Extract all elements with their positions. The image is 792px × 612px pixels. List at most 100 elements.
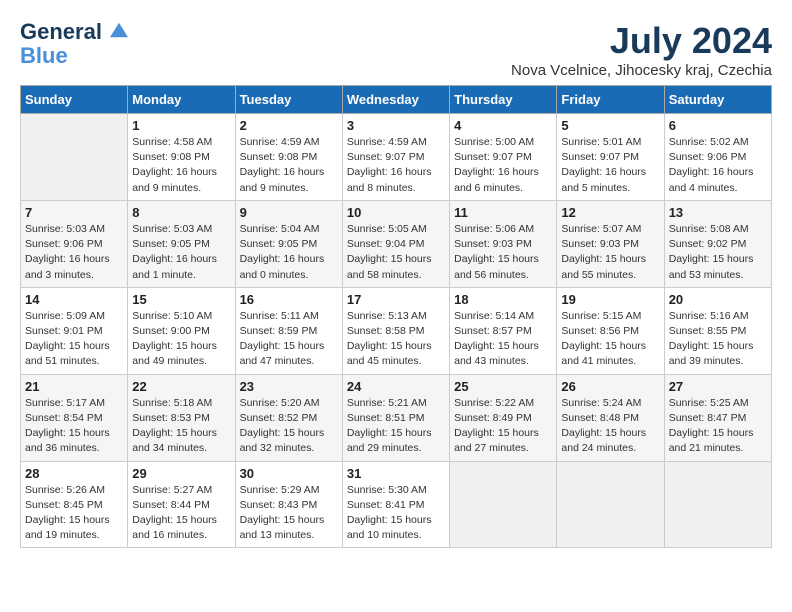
weekday-header-cell: Monday <box>128 86 235 114</box>
weekday-header-cell: Wednesday <box>342 86 449 114</box>
day-info: Sunrise: 5:16 AMSunset: 8:55 PMDaylight:… <box>669 309 767 370</box>
day-number: 12 <box>561 205 659 220</box>
day-number: 23 <box>240 379 338 394</box>
day-number: 8 <box>132 205 230 220</box>
calendar-day-cell: 2 Sunrise: 4:59 AMSunset: 9:08 PMDaylight… <box>235 114 342 201</box>
day-info: Sunrise: 5:14 AMSunset: 8:57 PMDaylight:… <box>454 309 552 370</box>
day-number: 28 <box>25 466 123 481</box>
logo-text: General <box>20 20 128 44</box>
day-number: 31 <box>347 466 445 481</box>
calendar-day-cell: 22 Sunrise: 5:18 AMSunset: 8:53 PMDayligh… <box>128 374 235 461</box>
calendar-day-cell: 8 Sunrise: 5:03 AMSunset: 9:05 PMDaylight… <box>128 200 235 287</box>
day-info: Sunrise: 5:27 AMSunset: 8:44 PMDaylight:… <box>132 483 230 544</box>
calendar-day-cell: 30 Sunrise: 5:29 AMSunset: 8:43 PMDayligh… <box>235 461 342 548</box>
day-info: Sunrise: 5:05 AMSunset: 9:04 PMDaylight:… <box>347 222 445 283</box>
calendar-day-cell: 31 Sunrise: 5:30 AMSunset: 8:41 PMDayligh… <box>342 461 449 548</box>
calendar-body: 1Sunrise: 4:58 AMSunset: 9:08 PMDaylight… <box>21 114 772 548</box>
day-info: Sunrise: 5:10 AMSunset: 9:00 PMDaylight:… <box>132 309 230 370</box>
calendar-day-cell: 16 Sunrise: 5:11 AMSunset: 8:59 PMDayligh… <box>235 287 342 374</box>
day-number: 14 <box>25 292 123 307</box>
day-info: Sunrise: 4:59 AMSunset: 9:07 PMDaylight:… <box>347 135 445 196</box>
calendar-day-cell: 25Sunrise: 5:22 AMSunset: 8:49 PMDayligh… <box>450 374 557 461</box>
day-info: Sunrise: 5:07 AMSunset: 9:03 PMDaylight:… <box>561 222 659 283</box>
day-number: 16 <box>240 292 338 307</box>
calendar-day-cell <box>21 114 128 201</box>
day-info: Sunrise: 5:08 AMSunset: 9:02 PMDaylight:… <box>669 222 767 283</box>
calendar-day-cell: 20 Sunrise: 5:16 AMSunset: 8:55 PMDayligh… <box>664 287 771 374</box>
day-info: Sunrise: 5:25 AMSunset: 8:47 PMDaylight:… <box>669 396 767 457</box>
weekday-header-cell: Sunday <box>21 86 128 114</box>
day-info: Sunrise: 5:18 AMSunset: 8:53 PMDaylight:… <box>132 396 230 457</box>
calendar-day-cell: 17 Sunrise: 5:13 AMSunset: 8:58 PMDayligh… <box>342 287 449 374</box>
calendar-day-cell: 14 Sunrise: 5:09 AMSunset: 9:01 PMDayligh… <box>21 287 128 374</box>
day-info: Sunrise: 5:02 AMSunset: 9:06 PMDaylight:… <box>669 135 767 196</box>
calendar-week-row: 28 Sunrise: 5:26 AMSunset: 8:45 PMDayligh… <box>21 461 772 548</box>
calendar-week-row: 7 Sunrise: 5:03 AMSunset: 9:06 PMDaylight… <box>21 200 772 287</box>
calendar-day-cell: 27 Sunrise: 5:25 AMSunset: 8:47 PMDayligh… <box>664 374 771 461</box>
day-info: Sunrise: 5:06 AMSunset: 9:03 PMDaylight:… <box>454 222 552 283</box>
calendar-day-cell: 15 Sunrise: 5:10 AMSunset: 9:00 PMDayligh… <box>128 287 235 374</box>
calendar-day-cell: 26 Sunrise: 5:24 AMSunset: 8:48 PMDayligh… <box>557 374 664 461</box>
calendar-day-cell <box>664 461 771 548</box>
weekday-header-cell: Thursday <box>450 86 557 114</box>
day-info: Sunrise: 5:24 AMSunset: 8:48 PMDaylight:… <box>561 396 659 457</box>
logo-blue: Blue <box>20 44 128 68</box>
calendar-day-cell: 11 Sunrise: 5:06 AMSunset: 9:03 PMDayligh… <box>450 200 557 287</box>
day-number: 30 <box>240 466 338 481</box>
calendar-day-cell: 4 Sunrise: 5:00 AMSunset: 9:07 PMDaylight… <box>450 114 557 201</box>
day-info: Sunrise: 5:15 AMSunset: 8:56 PMDaylight:… <box>561 309 659 370</box>
calendar-table: SundayMondayTuesdayWednesdayThursdayFrid… <box>20 85 772 548</box>
day-number: 25 <box>454 379 552 394</box>
day-info: Sunrise: 5:13 AMSunset: 8:58 PMDaylight:… <box>347 309 445 370</box>
calendar-day-cell: 12 Sunrise: 5:07 AMSunset: 9:03 PMDayligh… <box>557 200 664 287</box>
day-number: 26 <box>561 379 659 394</box>
day-info: Sunrise: 5:03 AMSunset: 9:06 PMDaylight:… <box>25 222 123 283</box>
day-info: Sunrise: 5:26 AMSunset: 8:45 PMDaylight:… <box>25 483 123 544</box>
day-number: 15 <box>132 292 230 307</box>
weekday-header-cell: Friday <box>557 86 664 114</box>
calendar-day-cell: 3 Sunrise: 4:59 AMSunset: 9:07 PMDaylight… <box>342 114 449 201</box>
day-number: 24 <box>347 379 445 394</box>
day-info: Sunrise: 5:29 AMSunset: 8:43 PMDaylight:… <box>240 483 338 544</box>
day-number: 2 <box>240 118 338 133</box>
calendar-day-cell: 23 Sunrise: 5:20 AMSunset: 8:52 PMDayligh… <box>235 374 342 461</box>
day-info: Sunrise: 4:59 AMSunset: 9:08 PMDaylight:… <box>240 135 338 196</box>
day-number: 1 <box>132 118 230 133</box>
day-number: 11 <box>454 205 552 220</box>
day-number: 5 <box>561 118 659 133</box>
day-number: 6 <box>669 118 767 133</box>
day-number: 19 <box>561 292 659 307</box>
day-info: Sunrise: 5:30 AMSunset: 8:41 PMDaylight:… <box>347 483 445 544</box>
page-header: General Blue July 2024 Nova Vcelnice, Ji… <box>20 20 772 79</box>
day-number: 3 <box>347 118 445 133</box>
calendar-day-cell: 7 Sunrise: 5:03 AMSunset: 9:06 PMDaylight… <box>21 200 128 287</box>
day-number: 22 <box>132 379 230 394</box>
calendar-day-cell: 9Sunrise: 5:04 AMSunset: 9:05 PMDaylight… <box>235 200 342 287</box>
day-info: Sunrise: 5:00 AMSunset: 9:07 PMDaylight:… <box>454 135 552 196</box>
weekday-header-cell: Saturday <box>664 86 771 114</box>
day-info: Sunrise: 5:03 AMSunset: 9:05 PMDaylight:… <box>132 222 230 283</box>
calendar-day-cell: 19 Sunrise: 5:15 AMSunset: 8:56 PMDayligh… <box>557 287 664 374</box>
calendar-day-cell: 18Sunrise: 5:14 AMSunset: 8:57 PMDayligh… <box>450 287 557 374</box>
calendar-day-cell: 21 Sunrise: 5:17 AMSunset: 8:54 PMDayligh… <box>21 374 128 461</box>
calendar-week-row: 14 Sunrise: 5:09 AMSunset: 9:01 PMDayligh… <box>21 287 772 374</box>
day-number: 29 <box>132 466 230 481</box>
day-number: 27 <box>669 379 767 394</box>
calendar-day-cell: 29 Sunrise: 5:27 AMSunset: 8:44 PMDayligh… <box>128 461 235 548</box>
logo: General Blue <box>20 20 128 68</box>
calendar-day-cell: 1Sunrise: 4:58 AMSunset: 9:08 PMDaylight… <box>128 114 235 201</box>
calendar-week-row: 21 Sunrise: 5:17 AMSunset: 8:54 PMDayligh… <box>21 374 772 461</box>
day-info: Sunrise: 5:09 AMSunset: 9:01 PMDaylight:… <box>25 309 123 370</box>
day-number: 21 <box>25 379 123 394</box>
calendar-day-cell: 13Sunrise: 5:08 AMSunset: 9:02 PMDayligh… <box>664 200 771 287</box>
calendar-day-cell: 5Sunrise: 5:01 AMSunset: 9:07 PMDaylight… <box>557 114 664 201</box>
day-number: 7 <box>25 205 123 220</box>
day-number: 17 <box>347 292 445 307</box>
day-number: 4 <box>454 118 552 133</box>
day-number: 20 <box>669 292 767 307</box>
calendar-day-cell: 10Sunrise: 5:05 AMSunset: 9:04 PMDayligh… <box>342 200 449 287</box>
day-info: Sunrise: 5:17 AMSunset: 8:54 PMDaylight:… <box>25 396 123 457</box>
title-block: July 2024 Nova Vcelnice, Jihocesky kraj,… <box>511 20 772 79</box>
day-info: Sunrise: 5:11 AMSunset: 8:59 PMDaylight:… <box>240 309 338 370</box>
day-info: Sunrise: 5:20 AMSunset: 8:52 PMDaylight:… <box>240 396 338 457</box>
